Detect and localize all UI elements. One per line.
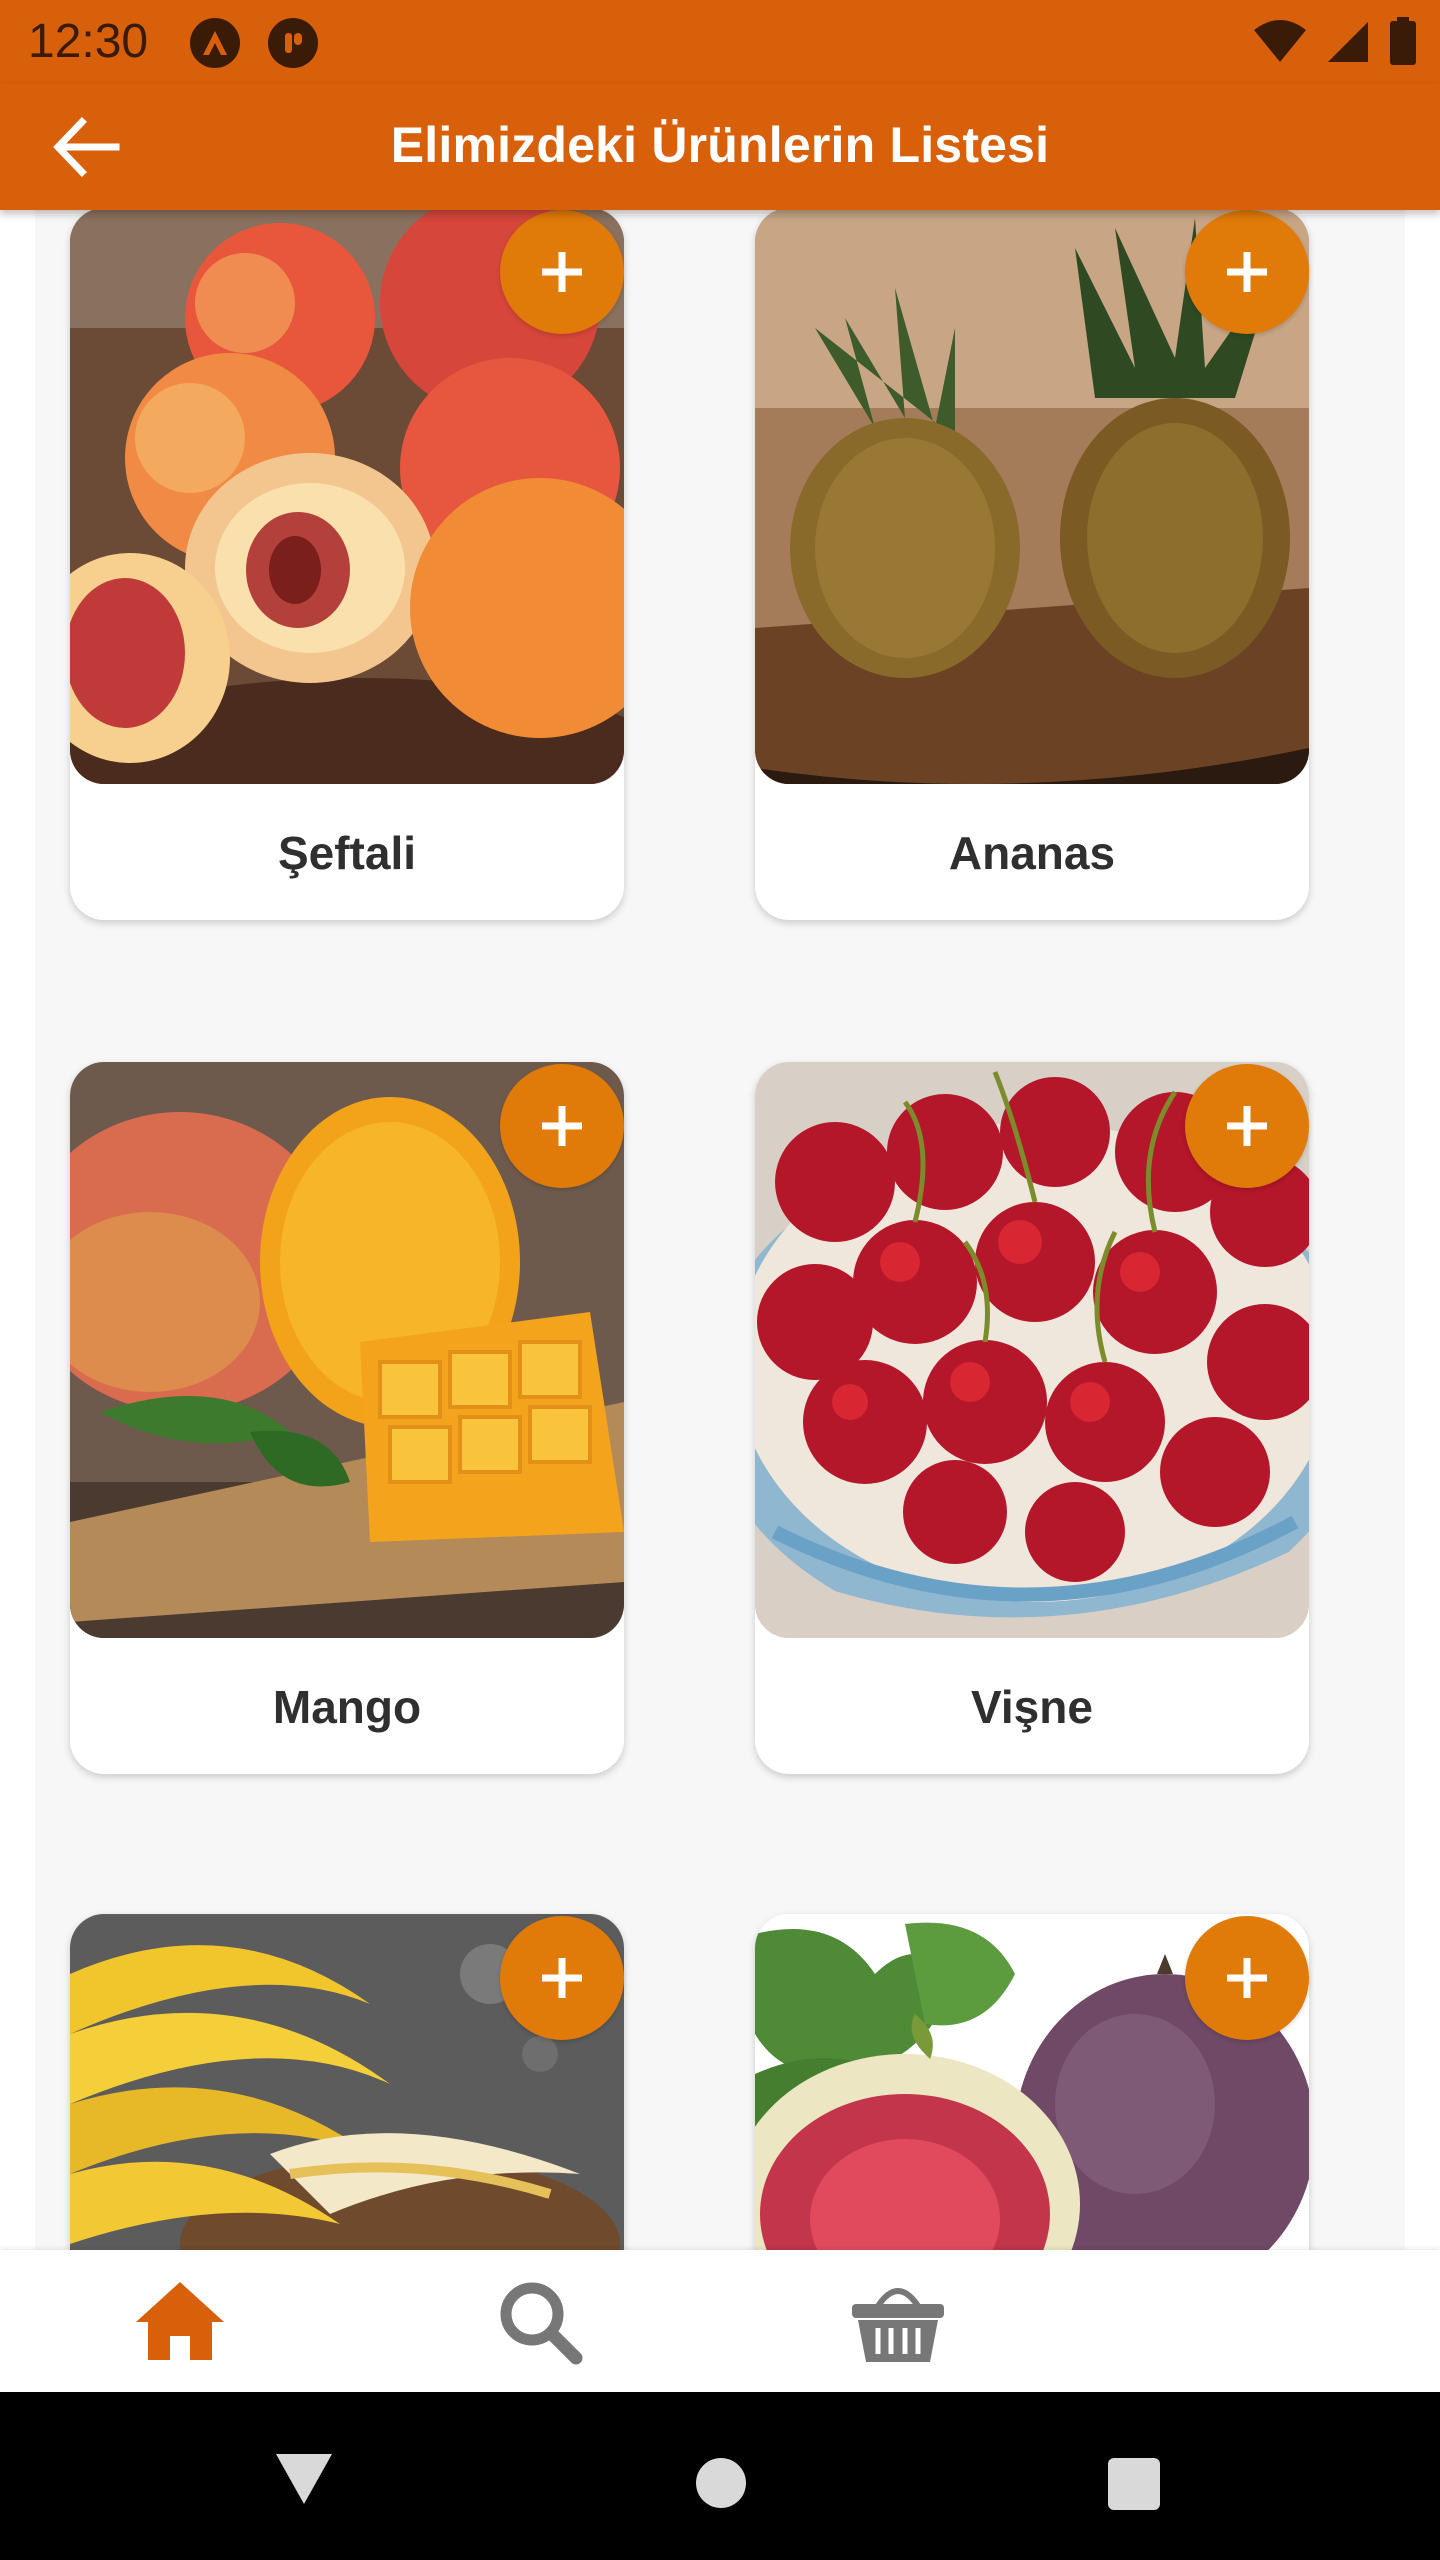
signal-icon (1326, 18, 1370, 69)
system-home-icon[interactable] (696, 2458, 746, 2508)
add-to-basket-button[interactable] (1185, 1064, 1309, 1188)
product-name: Vişne (971, 1681, 1093, 1733)
plus-icon (1227, 1958, 1267, 1998)
product-card[interactable] (70, 1914, 624, 2250)
nav-basket[interactable] (848, 2276, 948, 2366)
plus-icon (1227, 1106, 1267, 1146)
add-to-basket-button[interactable] (500, 1064, 624, 1188)
status-time: 12:30 (28, 15, 149, 68)
wifi-icon (1252, 18, 1308, 69)
home-icon (136, 2282, 224, 2360)
app-bar: Elimizdeki Ürünlerin Listesi (0, 84, 1440, 210)
plus-icon (542, 252, 582, 292)
product-list[interactable]: Şeftali Ananas Mango Vişne (0, 210, 1440, 2250)
notification-a-icon (190, 18, 240, 68)
system-back-icon[interactable] (272, 2448, 336, 2508)
status-bar: 12:30 (0, 0, 1440, 84)
product-card[interactable]: Şeftali (70, 210, 624, 920)
system-navigation-bar (0, 2392, 1440, 2560)
plus-icon (542, 1106, 582, 1146)
plus-icon (542, 1958, 582, 1998)
plus-icon (1227, 252, 1267, 292)
basket-icon (852, 2288, 944, 2362)
nav-home[interactable] (130, 2276, 230, 2366)
add-to-basket-button[interactable] (500, 210, 624, 334)
battery-icon (1388, 16, 1418, 70)
add-to-basket-button[interactable] (1185, 210, 1309, 334)
product-card[interactable]: Ananas (755, 210, 1309, 920)
system-recents-icon[interactable] (1108, 2458, 1160, 2510)
page-title: Elimizdeki Ürünlerin Listesi (390, 117, 1050, 173)
product-card[interactable]: Mango (70, 1062, 624, 1774)
product-card[interactable] (755, 1914, 1309, 2250)
add-to-basket-button[interactable] (500, 1916, 624, 2040)
product-card[interactable]: Vişne (755, 1062, 1309, 1774)
product-name: Mango (272, 1681, 422, 1733)
search-icon (500, 2282, 583, 2365)
add-to-basket-button[interactable] (1185, 1916, 1309, 2040)
nav-search[interactable] (490, 2276, 590, 2366)
bottom-navigation (0, 2250, 1440, 2392)
product-name: Ananas (948, 827, 1116, 879)
product-name: Şeftali (277, 827, 417, 879)
notification-b-icon (268, 18, 318, 68)
